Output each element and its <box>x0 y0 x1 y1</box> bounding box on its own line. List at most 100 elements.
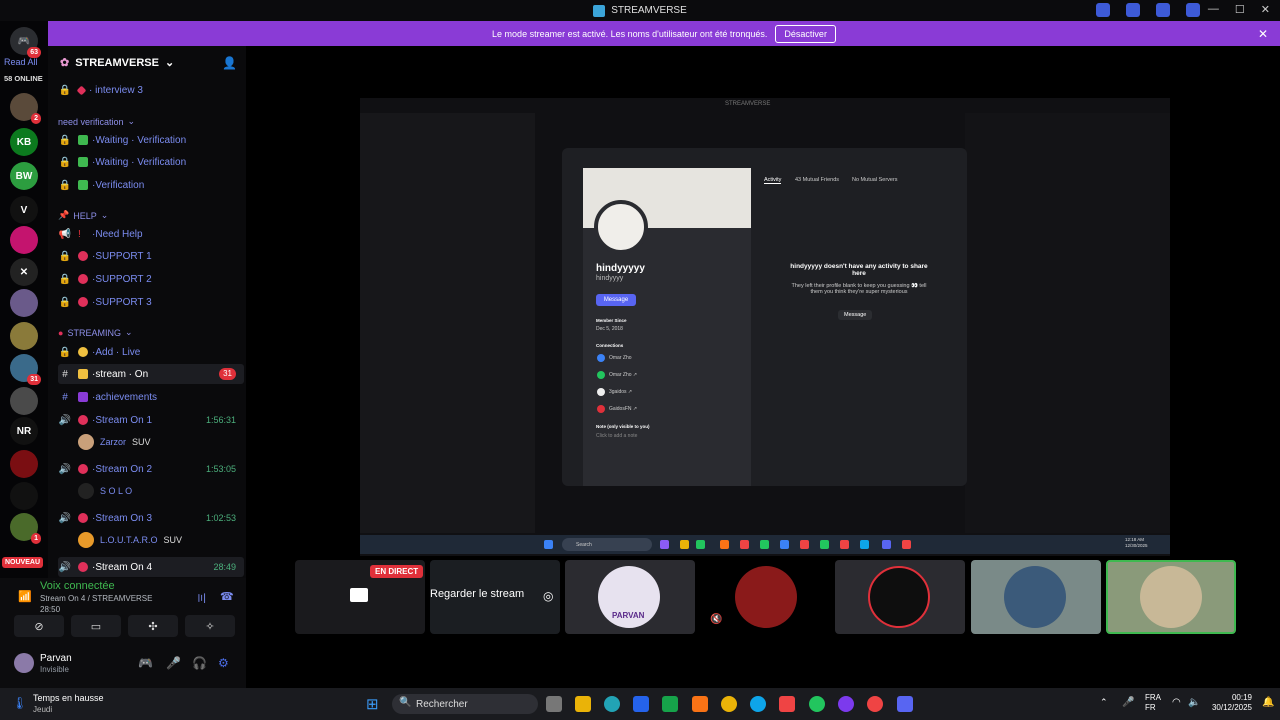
minimize-button[interactable]: — <box>1208 3 1219 16</box>
task-view-icon[interactable] <box>546 696 562 712</box>
outlook-icon[interactable] <box>633 696 649 712</box>
copilot-icon[interactable] <box>692 696 708 712</box>
gamepad-icon[interactable]: 🎮 <box>138 656 153 670</box>
file-explorer-icon[interactable] <box>575 696 591 712</box>
category-streaming[interactable]: ● STREAMING ⌄ <box>58 327 133 338</box>
brave-icon[interactable] <box>779 696 795 712</box>
activities-button[interactable]: ✣ <box>128 615 178 637</box>
server-icon-5[interactable] <box>10 322 38 350</box>
channel-support-2[interactable]: 🔒 · SUPPORT 2 <box>58 269 244 289</box>
user-avatar[interactable] <box>14 653 34 673</box>
category-need-verification[interactable]: need verification ⌄ <box>58 116 135 127</box>
server-icon-v[interactable]: V <box>10 196 38 224</box>
channel-achievements[interactable]: # · achievements <box>58 387 244 407</box>
server-icon-2[interactable] <box>10 226 38 254</box>
camera-off-button[interactable]: ⊘ <box>14 615 64 637</box>
banner-close-icon[interactable]: ✕ <box>1258 27 1268 41</box>
maximize-button[interactable]: ☐ <box>1235 3 1245 16</box>
watch-stream-label[interactable]: Regarder le stream <box>430 588 524 600</box>
category-help[interactable]: 📌 HELP ⌄ <box>58 210 108 221</box>
voice-channel-stream-on-1[interactable]: 🔊 · Stream On 1 1:56:31 <box>58 410 244 430</box>
close-window-button[interactable]: ✕ <box>1261 3 1270 16</box>
server-icon-9[interactable] <box>10 482 38 510</box>
chrome-icon[interactable] <box>721 696 737 712</box>
settings-icon[interactable]: ⚙ <box>218 656 229 670</box>
microphone-icon[interactable]: 🎤 <box>166 656 181 670</box>
connection-item[interactable]: 3gaidos ↗ <box>609 389 632 395</box>
disable-streamer-mode-button[interactable]: Désactiver <box>775 24 836 43</box>
volume-icon[interactable]: 🔈 <box>1188 697 1200 708</box>
server-icon-kb[interactable]: KB <box>10 128 38 156</box>
user-name[interactable]: Parvan <box>40 653 72 664</box>
channel-verification[interactable]: 🔒 · Verification <box>58 175 244 195</box>
headphones-icon[interactable]: 🎧 <box>192 656 207 670</box>
notifications-icon[interactable]: 🔔 <box>1262 697 1274 708</box>
channel-support-1[interactable]: 🔒 · SUPPORT 1 <box>58 246 244 266</box>
language-indicator[interactable]: FRA FR <box>1145 693 1161 713</box>
channel-stream-on[interactable]: # · stream · On 31 <box>58 364 244 384</box>
invite-people-icon[interactable]: 👤 <box>222 56 237 70</box>
voice-user[interactable]: Zarzor SUV <box>78 433 151 451</box>
app-icon[interactable] <box>838 696 854 712</box>
channel-waiting-verification-1[interactable]: 🔒 · Waiting · Verification <box>58 130 244 150</box>
app-icon[interactable] <box>867 696 883 712</box>
note-input[interactable]: Click to add a note <box>596 433 637 439</box>
bug-icon[interactable] <box>1156 3 1170 17</box>
channel-interview[interactable]: 🔒 · interview 3 <box>58 80 244 100</box>
read-all-link[interactable]: Read All <box>4 57 38 67</box>
disconnect-icon[interactable]: ☎ <box>220 590 234 603</box>
connection-item[interactable]: Omar Zho ↗ <box>609 372 637 378</box>
voice-connected-title[interactable]: Voix connectée <box>40 580 115 592</box>
discord-icon[interactable] <box>897 696 913 712</box>
server-icon-8[interactable] <box>10 450 38 478</box>
wifi-icon[interactable]: ◠ <box>1172 697 1181 708</box>
spotify-icon[interactable] <box>809 696 825 712</box>
tab-mutual-friends[interactable]: 43 Mutual Friends <box>795 177 839 183</box>
connection-item[interactable]: GaidosFN ↗ <box>609 406 637 412</box>
noise-suppression-icon[interactable]: 〣 <box>196 590 207 606</box>
server-icon-3[interactable]: ✕ <box>10 258 38 286</box>
connection-item[interactable]: Omar Zho <box>609 355 632 361</box>
server-icon-6[interactable]: 31 <box>10 354 41 385</box>
channel-waiting-verification-2[interactable]: 🔒 · Waiting · Verification <box>58 152 244 172</box>
voice-connected-channel[interactable]: Stream On 4 / STREAMVERSE 28:50 <box>40 593 180 615</box>
weather-title[interactable]: Temps en hausse <box>33 693 104 703</box>
taskbar-clock[interactable]: 00:19 30/12/2025 <box>1210 693 1252 713</box>
channel-support-3[interactable]: 🔒 · SUPPORT 3 <box>58 292 244 312</box>
server-icon-bw[interactable]: BW <box>10 162 38 190</box>
screen-icon[interactable] <box>1126 3 1140 17</box>
taskbar-search[interactable]: Rechercher <box>392 694 538 714</box>
app-icon[interactable] <box>662 696 678 712</box>
edge-icon[interactable] <box>604 696 620 712</box>
chevron-up-icon[interactable]: ⌃ <box>1100 697 1108 708</box>
server-icon-1[interactable]: 2 <box>10 93 41 124</box>
dm-home-button[interactable]: 🎮 63 <box>10 27 41 58</box>
voice-channel-stream-on-4[interactable]: 🔊 · Stream On 4 28:49 <box>58 557 244 577</box>
soundboard-button[interactable]: ✧ <box>185 615 235 637</box>
user-status: Invisible <box>40 665 69 674</box>
start-icon[interactable]: ⊞ <box>366 695 379 713</box>
server-icon-7[interactable] <box>10 387 38 415</box>
banner-text: Le mode streamer est activé. Les noms d'… <box>492 28 768 39</box>
voice-user[interactable]: L.O.U.T.A.R.O SUV <box>78 531 182 549</box>
voice-channel-stream-on-2[interactable]: 🔊 · Stream On 2 1:53:05 <box>58 459 244 479</box>
voice-user[interactable]: S O L O <box>78 482 132 500</box>
server-icon-4[interactable] <box>10 289 38 317</box>
tab-mutual-servers[interactable]: No Mutual Servers <box>852 177 898 183</box>
server-header[interactable]: ✿ STREAMVERSE ⌄ <box>60 56 174 70</box>
voice-channel-stream-on-3[interactable]: 🔊 · Stream On 3 1:02:53 <box>58 508 244 528</box>
share-screen-button[interactable]: ▭ <box>71 615 121 637</box>
activity-message-button[interactable]: Message <box>838 310 873 320</box>
profile-message-button[interactable]: Message <box>596 294 636 306</box>
microphone-icon[interactable]: 🎤 <box>1122 697 1134 708</box>
server-icon-10[interactable]: 1 <box>10 513 41 544</box>
inner-search: Search <box>562 538 652 551</box>
tools-icon[interactable] <box>1186 3 1200 17</box>
telegram-icon[interactable] <box>750 696 766 712</box>
server-icon-nr[interactable]: NR <box>10 417 38 445</box>
inbox-icon[interactable] <box>1096 3 1110 17</box>
channel-need-help[interactable]: 📢! · Need Help <box>58 224 244 244</box>
channel-add-live[interactable]: 🔒 · Add · Live <box>58 342 244 362</box>
tab-activity[interactable]: Activity <box>764 177 782 184</box>
lock-icon: 🔒 <box>58 156 72 168</box>
